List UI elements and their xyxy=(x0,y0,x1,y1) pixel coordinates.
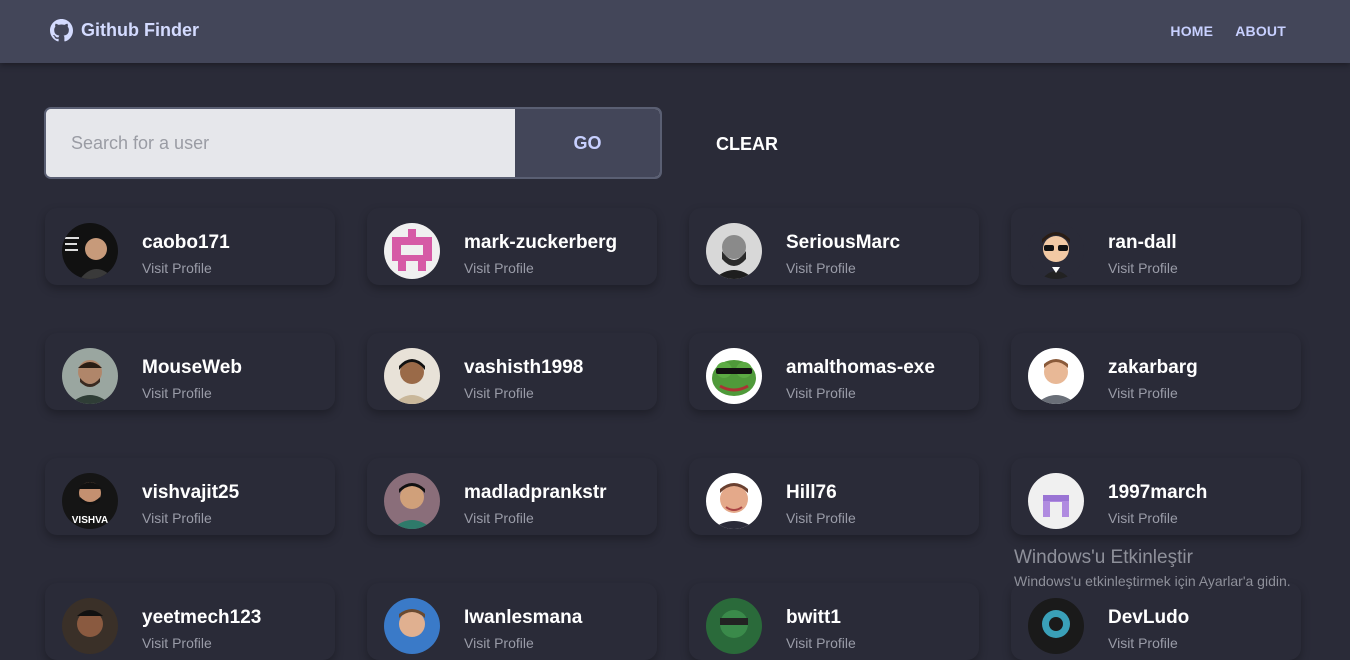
clear-button[interactable]: CLEAR xyxy=(716,134,778,155)
user-login: yeetmech123 xyxy=(142,607,262,628)
avatar xyxy=(62,223,118,279)
visit-profile-link[interactable]: Visit Profile xyxy=(464,260,534,276)
visit-profile-link[interactable]: Visit Profile xyxy=(464,385,534,401)
user-login: SeriousMarc xyxy=(786,232,901,253)
avatar xyxy=(384,348,440,404)
avatar xyxy=(1028,473,1084,529)
user-card[interactable]: vashisth1998 Visit Profile xyxy=(367,333,657,410)
windows-activation-watermark: Windows'u Etkinleştir Windows'u etkinleş… xyxy=(1014,547,1291,589)
brand[interactable]: Github Finder xyxy=(50,19,199,42)
user-card[interactable]: amalthomas-exe Visit Profile xyxy=(689,333,979,410)
avatar xyxy=(1028,223,1084,279)
visit-profile-link[interactable]: Visit Profile xyxy=(1108,385,1178,401)
avatar xyxy=(1028,598,1084,654)
svg-text:VISHVA: VISHVA xyxy=(72,515,109,526)
nav-links: HOME ABOUT xyxy=(1170,23,1286,39)
user-card[interactable]: ran-dall Visit Profile xyxy=(1011,208,1301,285)
search-form: GO xyxy=(44,107,662,179)
nav-about-link[interactable]: ABOUT xyxy=(1235,23,1286,39)
user-login: madladprankstr xyxy=(464,482,607,503)
visit-profile-link[interactable]: Visit Profile xyxy=(142,385,212,401)
visit-profile-link[interactable]: Visit Profile xyxy=(464,635,534,651)
avatar xyxy=(1028,348,1084,404)
user-card[interactable]: SeriousMarc Visit Profile xyxy=(689,208,979,285)
search-input[interactable] xyxy=(46,109,515,177)
visit-profile-link[interactable]: Visit Profile xyxy=(1108,260,1178,276)
visit-profile-link[interactable]: Visit Profile xyxy=(142,510,212,526)
visit-profile-link[interactable]: Visit Profile xyxy=(786,510,856,526)
avatar xyxy=(384,223,440,279)
user-card[interactable]: zakarbarg Visit Profile xyxy=(1011,333,1301,410)
user-card[interactable]: VISHVA vishvajit25 Visit Profile xyxy=(45,458,335,535)
avatar xyxy=(62,598,118,654)
visit-profile-link[interactable]: Visit Profile xyxy=(786,635,856,651)
avatar xyxy=(706,348,762,404)
nav-home-link[interactable]: HOME xyxy=(1170,23,1213,39)
avatar: VISHVA xyxy=(62,473,118,529)
watermark-subtitle: Windows'u etkinleştirmek için Ayarlar'a … xyxy=(1014,573,1291,589)
user-card[interactable]: DevLudo Visit Profile xyxy=(1011,583,1301,660)
brand-title: Github Finder xyxy=(81,20,199,40)
avatar xyxy=(384,598,440,654)
user-login: bwitt1 xyxy=(786,607,841,628)
user-card[interactable]: madladprankstr Visit Profile xyxy=(367,458,657,535)
user-login: 1997march xyxy=(1108,482,1208,503)
avatar xyxy=(706,473,762,529)
visit-profile-link[interactable]: Visit Profile xyxy=(786,385,856,401)
navbar: Github Finder HOME ABOUT xyxy=(0,0,1350,63)
user-login: MouseWeb xyxy=(142,357,242,378)
user-card[interactable]: caobo171 Visit Profile xyxy=(45,208,335,285)
user-login: ran-dall xyxy=(1108,232,1177,253)
user-login: vashisth1998 xyxy=(464,357,584,378)
avatar xyxy=(384,473,440,529)
visit-profile-link[interactable]: Visit Profile xyxy=(464,510,534,526)
user-card[interactable]: yeetmech123 Visit Profile xyxy=(45,583,335,660)
visit-profile-link[interactable]: Visit Profile xyxy=(142,260,212,276)
user-login: zakarbarg xyxy=(1108,357,1198,378)
user-card[interactable]: Iwanlesmana Visit Profile xyxy=(367,583,657,660)
user-card[interactable]: 1997march Visit Profile xyxy=(1011,458,1301,535)
user-login: vishvajit25 xyxy=(142,482,240,503)
user-login: caobo171 xyxy=(142,232,230,253)
avatar xyxy=(706,598,762,654)
user-card[interactable]: Hill76 Visit Profile xyxy=(689,458,979,535)
visit-profile-link[interactable]: Visit Profile xyxy=(142,635,212,651)
visit-profile-link[interactable]: Visit Profile xyxy=(786,260,856,276)
visit-profile-link[interactable]: Visit Profile xyxy=(1108,635,1178,651)
watermark-title: Windows'u Etkinleştir xyxy=(1014,547,1193,568)
go-button[interactable]: GO xyxy=(515,109,660,177)
user-login: DevLudo xyxy=(1108,607,1190,628)
user-card[interactable]: MouseWeb Visit Profile xyxy=(45,333,335,410)
avatar xyxy=(706,223,762,279)
user-card[interactable]: bwitt1 Visit Profile xyxy=(689,583,979,660)
avatar xyxy=(62,348,118,404)
user-login: mark-zuckerberg xyxy=(464,232,618,253)
visit-profile-link[interactable]: Visit Profile xyxy=(1108,510,1178,526)
user-card[interactable]: mark-zuckerberg Visit Profile xyxy=(367,208,657,285)
user-login: amalthomas-exe xyxy=(786,357,935,378)
user-login: Hill76 xyxy=(786,482,837,503)
user-login: Iwanlesmana xyxy=(464,607,583,628)
github-icon xyxy=(50,19,73,42)
